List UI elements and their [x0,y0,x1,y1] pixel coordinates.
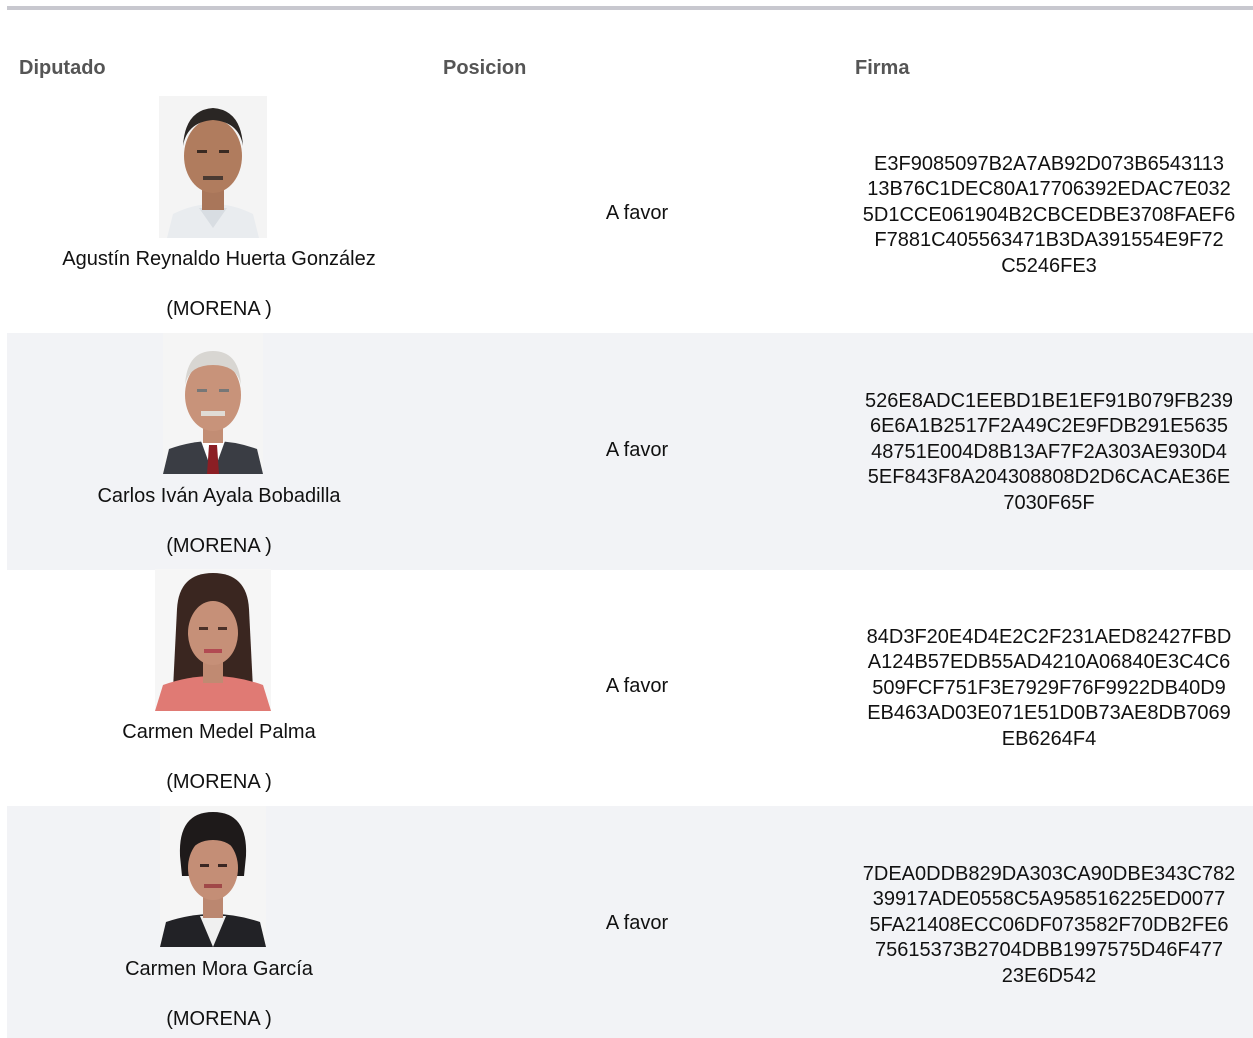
deputy-photo [159,96,267,238]
table-header: Diputado Posicion Firma [0,55,1253,85]
header-posicion: Posicion [443,57,527,79]
header-diputado: Diputado [19,57,106,79]
table-row: Carmen Medel Palma (MORENA ) A favor 84D… [7,569,1253,806]
deputy-photo [160,806,266,947]
header-firma: Firma [855,57,910,79]
vote-record-page: Diputado Posicion Firma Agustín Reynaldo… [0,0,1253,1038]
table-row: Carlos Iván Ayala Bobadilla (MORENA ) A … [7,333,1253,570]
deputy-party: (MORENA ) [166,1008,272,1030]
vote-signature: E3F9085097B2A7AB92D073B6543113 13B76C1DEC… [862,153,1236,277]
deputy-photo [163,333,263,474]
vote-signature: 84D3F20E4D4E2C2F231AED82427FBD A124B57EDB… [866,626,1232,750]
deputy-photo [155,569,271,711]
vote-position: A favor [605,675,669,697]
vote-position: A favor [605,439,669,461]
table-row: Carmen Mora García (MORENA ) A favor 7DE… [7,806,1253,1038]
deputy-party: (MORENA ) [166,535,272,557]
deputy-party: (MORENA ) [166,298,272,320]
deputy-name: Carmen Medel Palma [122,721,316,743]
deputy-name: Carlos Iván Ayala Bobadilla [97,485,341,507]
table-row: Agustín Reynaldo Huerta González (MORENA… [7,96,1253,333]
top-divider [7,6,1253,10]
vote-position: A favor [605,202,669,224]
vote-position: A favor [605,912,669,934]
deputy-name: Agustín Reynaldo Huerta González [62,248,376,270]
vote-signature: 526E8ADC1EEBD1BE1EF91B079FB239 6E6A1B2517… [864,390,1233,514]
vote-signature: 7DEA0DDB829DA303CA90DBE343C782 39917ADE05… [862,863,1236,987]
deputy-name: Carmen Mora García [125,958,313,980]
deputy-party: (MORENA ) [166,771,272,793]
